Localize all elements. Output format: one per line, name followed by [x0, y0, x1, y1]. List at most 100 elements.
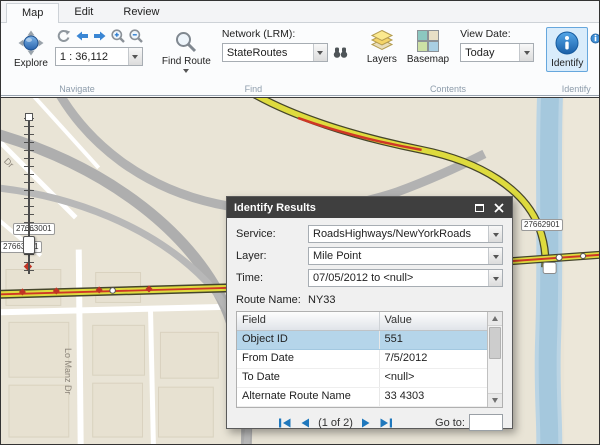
panel-header[interactable]: Identify Results — [227, 197, 512, 218]
scroll-down-icon[interactable] — [488, 393, 502, 407]
cell-value: <null> — [380, 369, 488, 387]
identify-icon — [554, 30, 580, 56]
scroll-up-icon[interactable] — [488, 312, 502, 326]
maximize-icon[interactable] — [472, 201, 487, 215]
layers-label: Layers — [367, 54, 397, 65]
explore-label: Explore — [14, 58, 48, 69]
table-row[interactable]: To Date <null> — [237, 369, 487, 388]
scrollbar-thumb[interactable] — [489, 327, 501, 359]
page-indicator: (1 of 2) — [318, 417, 353, 429]
route-id-marker: 27662901 — [521, 219, 563, 231]
goto-label: Go to: — [435, 417, 465, 429]
next-record-button[interactable] — [360, 417, 372, 429]
cell-value: 551 — [380, 331, 488, 349]
table-row[interactable]: Object ID 551 — [237, 331, 487, 350]
group-label-find: Find — [153, 84, 354, 94]
forward-arrow-icon[interactable] — [91, 27, 109, 44]
dropdown-arrow-icon[interactable] — [488, 226, 502, 242]
app-window: Map Edit Review Explore — [0, 0, 600, 445]
network-lrm-label: Network (LRM): — [222, 28, 350, 40]
tab-edit[interactable]: Edit — [59, 3, 108, 22]
record-pager: (1 of 2) Go to: — [236, 414, 503, 431]
dropdown-arrow-icon[interactable] — [313, 44, 327, 61]
previous-extent-icon[interactable] — [55, 27, 73, 44]
layer-value: Mile Point — [309, 250, 488, 262]
panel-body: Service: RoadsHighways/NewYorkRoads Laye… — [227, 218, 512, 435]
identify-label: Identify — [551, 58, 583, 69]
identify-route-plus-icon[interactable] — [588, 28, 600, 45]
tab-review[interactable]: Review — [108, 3, 174, 22]
table-row[interactable]: Alternate Route Name 33 4303 — [237, 388, 487, 407]
find-route-button[interactable]: Find Route — [157, 27, 216, 79]
service-combo[interactable]: RoadsHighways/NewYorkRoads — [308, 225, 503, 243]
attributes-table: Field Value Object ID 551 From Date 7/5/… — [236, 311, 503, 408]
magnifier-icon — [174, 30, 198, 54]
close-icon[interactable] — [491, 201, 506, 215]
group-label-navigate: Navigate — [5, 84, 149, 94]
dropdown-arrow-icon[interactable] — [488, 248, 502, 264]
panel-title: Identify Results — [234, 202, 468, 214]
previous-record-button[interactable] — [299, 417, 311, 429]
network-lrm-combo[interactable]: StateRoutes — [222, 43, 328, 62]
layer-label: Layer: — [236, 250, 308, 262]
table-scrollbar[interactable] — [487, 312, 502, 407]
ribbon-tab-bar: Map Edit Review — [1, 1, 599, 23]
ribbon-group-contents: Layers Basemap View Date: Today Contents — [358, 24, 538, 95]
dropdown-arrow-icon[interactable] — [488, 270, 502, 286]
basemap-label: Basemap — [407, 54, 449, 65]
route-id-marker: 27663001 — [1, 241, 42, 253]
zoom-slider[interactable] — [23, 114, 35, 279]
identify-button[interactable]: Identify — [546, 27, 588, 72]
cell-value: 7/5/2012 — [380, 350, 488, 368]
basemap-button[interactable]: Basemap — [402, 27, 454, 68]
group-label-identify: Identify — [542, 84, 600, 94]
layers-button[interactable]: Layers — [362, 27, 402, 68]
view-date-value: Today — [461, 47, 519, 59]
tab-map[interactable]: Map — [6, 3, 59, 23]
route-name-value: NY33 — [308, 294, 336, 306]
scale-combo[interactable]: 1 : 36,112 — [55, 47, 143, 66]
ribbon-group-navigate: Explore — [5, 24, 149, 95]
slider-top-cap — [25, 113, 33, 121]
identify-results-panel: Identify Results Service: RoadsHighways/… — [226, 196, 513, 429]
network-lrm-value: StateRoutes — [223, 47, 313, 59]
last-record-button[interactable] — [379, 417, 393, 429]
back-arrow-icon[interactable] — [73, 27, 91, 44]
ribbon-group-identify: Identify Identify — [542, 24, 600, 95]
explore-button[interactable]: Explore — [9, 27, 53, 72]
dropdown-arrow-icon[interactable] — [519, 44, 533, 61]
column-header-value[interactable]: Value — [380, 312, 488, 330]
time-label: Time: — [236, 272, 308, 284]
route-shield-icon — [543, 263, 556, 274]
cell-field: Alternate Route Name — [237, 388, 380, 406]
layer-combo[interactable]: Mile Point — [308, 247, 503, 265]
explore-icon — [18, 30, 44, 56]
first-record-button[interactable] — [278, 417, 292, 429]
time-combo[interactable]: 07/05/2012 to <null> — [308, 269, 503, 287]
table-header-row: Field Value — [237, 312, 487, 331]
zoom-slider-handle[interactable] — [23, 236, 35, 254]
route-name-label: Route Name: — [236, 294, 308, 306]
chevron-down-icon — [183, 69, 189, 76]
cell-field: Object ID — [237, 331, 380, 349]
view-date-combo[interactable]: Today — [460, 43, 534, 62]
ribbon: Explore — [1, 23, 599, 96]
find-route-label: Find Route — [162, 56, 211, 67]
view-date-label: View Date: — [460, 28, 534, 40]
group-label-contents: Contents — [358, 84, 538, 94]
goto-record-input[interactable] — [469, 414, 503, 431]
column-header-field[interactable]: Field — [237, 312, 380, 330]
cell-value: 33 4303 — [380, 388, 488, 406]
ribbon-group-find: Find Route Network (LRM): StateRoutes Fi… — [153, 24, 354, 95]
dropdown-arrow-icon[interactable] — [128, 48, 142, 65]
layers-icon — [370, 30, 394, 52]
service-value: RoadsHighways/NewYorkRoads — [309, 228, 488, 240]
zoom-out-icon[interactable] — [127, 27, 145, 44]
binoculars-icon[interactable] — [332, 44, 350, 61]
table-row[interactable]: From Date 7/5/2012 — [237, 350, 487, 369]
zoom-in-icon[interactable] — [109, 27, 127, 44]
service-label: Service: — [236, 228, 308, 240]
time-value: 07/05/2012 to <null> — [309, 272, 488, 284]
street-label: Lo Manz Dr — [63, 348, 73, 395]
basemap-icon — [417, 30, 439, 52]
